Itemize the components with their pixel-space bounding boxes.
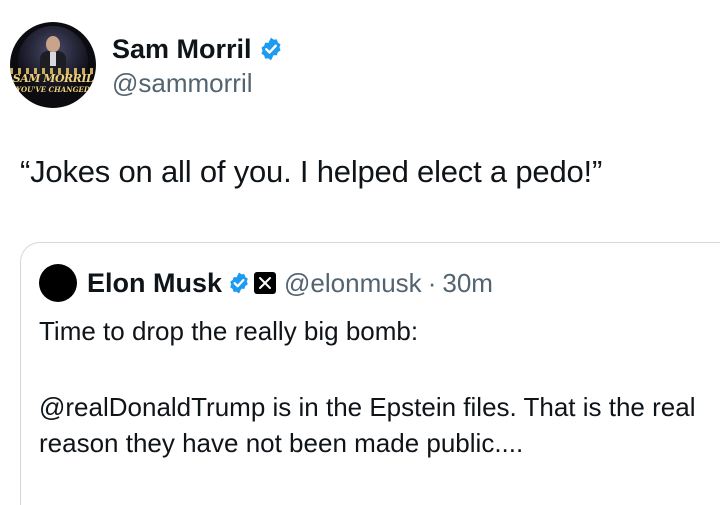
- quoted-text-paragraph: @realDonaldTrump is in the Epstein files…: [39, 392, 696, 458]
- quoted-text-line: Time to drop the really big bomb:: [39, 316, 419, 346]
- author-handle[interactable]: @sammorril: [112, 66, 284, 100]
- avatar-title: SAM MORRIL: [12, 72, 94, 85]
- quoted-avatar[interactable]: [39, 264, 77, 302]
- avatar[interactable]: SAM MORRIL YOU'VE CHANGED: [10, 22, 96, 108]
- quoted-tweet-header: Elon Musk @elonmusk · 30m: [39, 263, 493, 303]
- quoted-timestamp[interactable]: 30m: [442, 268, 493, 299]
- tweet: SAM MORRIL YOU'VE CHANGED Sam Morril @sa…: [0, 0, 720, 505]
- quoted-tweet[interactable]: Elon Musk @elonmusk · 30m Time to drop t…: [20, 242, 720, 505]
- x-affiliate-icon: [254, 272, 277, 294]
- tweet-header: SAM MORRIL YOU'VE CHANGED Sam Morril @sa…: [10, 22, 284, 108]
- separator-dot: ·: [427, 267, 437, 298]
- tweet-text: “Jokes on all of you. I helped elect a p…: [20, 154, 603, 189]
- avatar-subtitle: YOU'VE CHANGED: [16, 85, 90, 94]
- quoted-display-name[interactable]: Elon Musk: [87, 268, 222, 299]
- author-info: Sam Morril @sammorril: [112, 22, 284, 100]
- author-display-name[interactable]: Sam Morril: [112, 34, 252, 64]
- quoted-handle[interactable]: @elonmusk: [284, 268, 422, 299]
- verified-badge-icon: [261, 37, 281, 61]
- verified-badge-icon: [230, 272, 248, 294]
